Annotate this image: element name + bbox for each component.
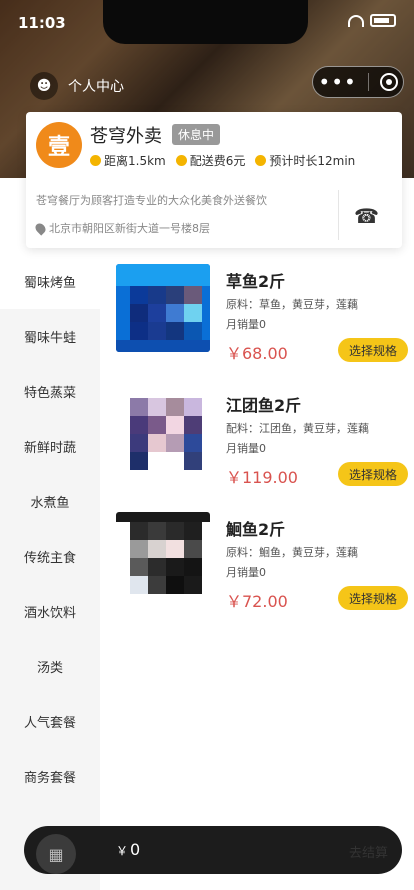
dish-name: 草鱼2斤 (226, 272, 286, 291)
currency-symbol: ￥ (116, 844, 129, 858)
shop-name: 苍穹外卖 (90, 126, 162, 147)
card-divider (338, 190, 339, 240)
category-sidebar: 蜀味烤鱼 蜀味牛蛙 特色蒸菜 新鲜时蔬 水煮鱼 传统主食 酒水饮料 汤类 人气套… (0, 254, 100, 890)
dish-sales: 月销量0 (226, 318, 266, 331)
distance-text: 距离1.5km (104, 154, 166, 168)
status-badge: 休息中 (172, 124, 221, 145)
category-item[interactable]: 人气套餐 (0, 694, 100, 749)
category-item[interactable]: 酒水饮料 (0, 584, 100, 639)
cart-icon[interactable]: ▦ (36, 834, 76, 874)
category-item[interactable]: 水煮鱼 (0, 474, 100, 529)
distance-info: 距离1.5km (90, 152, 166, 169)
dish-name: 江团鱼2斤 (226, 396, 302, 415)
shop-meta: 距离1.5km 配送费6元 预计时长12min (90, 152, 355, 169)
category-item[interactable]: 蜀味牛蛙 (0, 309, 100, 364)
dish-image (116, 512, 210, 600)
eta-info: 预计时长12min (255, 152, 355, 169)
dish-item[interactable]: 草鱼2斤 原料：草鱼，黄豆芽，莲藕 月销量0 ￥68.00 选择规格 (116, 264, 408, 363)
category-item[interactable]: 蜀味烤鱼 (0, 254, 100, 309)
cart-bar[interactable]: ▦ ￥ 0 去结算 (24, 826, 402, 874)
status-time: 11:03 (18, 14, 66, 32)
dish-image (116, 388, 210, 476)
location-pin-icon (33, 220, 48, 236)
dish-ingredients: 原料：草鱼，黄豆芽，莲藕 (226, 298, 358, 311)
dish-price: ￥72.00 (226, 592, 288, 611)
cart-total-amount: 0 (130, 840, 141, 859)
shop-description: 苍穹餐厅为顾客打造专业的大众化美食外送餐饮 (36, 194, 267, 207)
dish-ingredients: 原料：鮰鱼，黄豆芽，莲藕 (226, 546, 358, 559)
dish-image-mosaic (116, 388, 210, 476)
select-spec-button[interactable]: 选择规格 (338, 338, 408, 362)
dish-image-mosaic (116, 512, 210, 600)
checkout-button[interactable]: 去结算 (349, 842, 388, 861)
eta-text: 预计时长12min (269, 154, 356, 168)
miniprogram-capsule[interactable]: ••• (312, 66, 404, 98)
phone-icon[interactable]: ☎ (354, 204, 379, 228)
shop-logo: 壹 (36, 122, 82, 168)
dish-image-mosaic (116, 264, 210, 352)
category-item[interactable]: 特色蒸菜 (0, 364, 100, 419)
dish-ingredients: 配料：江团鱼，黄豆芽，莲藕 (226, 422, 369, 435)
timer-icon (255, 155, 267, 166)
dish-name: 鮰鱼2斤 (226, 520, 286, 539)
shop-info-card: 壹 苍穹外卖 休息中 距离1.5km 配送费6元 预计时长12min 苍穹餐厅为… (26, 112, 402, 248)
wifi-icon (348, 14, 364, 27)
select-spec-button[interactable]: 选择规格 (338, 586, 408, 610)
personal-center-label: 个人中心 (68, 79, 124, 95)
category-item[interactable]: 新鲜时蔬 (0, 419, 100, 474)
dish-item[interactable]: 江团鱼2斤 配料：江团鱼，黄豆芽，莲藕 月销量0 ￥119.00 选择规格 (116, 388, 408, 487)
address-text: 北京市朝阳区新街大道一号楼8层 (49, 222, 210, 235)
target-icon[interactable] (379, 73, 398, 91)
category-item[interactable]: 汤类 (0, 639, 100, 694)
dish-price: ￥119.00 (226, 468, 298, 487)
battery-icon (370, 14, 396, 27)
dish-sales: 月销量0 (226, 442, 266, 455)
status-icons (348, 14, 396, 27)
shop-address: 北京市朝阳区新街大道一号楼8层 (33, 220, 210, 236)
category-item[interactable]: 商务套餐 (0, 749, 100, 804)
clock-icon (90, 155, 101, 166)
cart-total: ￥ 0 (116, 840, 140, 859)
personal-center-link[interactable]: ☻ 个人中心 (30, 72, 124, 100)
delivery-fee-text: 配送费6元 (189, 154, 246, 168)
capsule-divider (367, 73, 369, 91)
delivery-fee-info: 配送费6元 (175, 152, 246, 169)
more-dots-icon[interactable]: ••• (318, 72, 356, 92)
device-notch (103, 0, 308, 44)
dish-item[interactable]: 鮰鱼2斤 原料：鮰鱼，黄豆芽，莲藕 月销量0 ￥72.00 选择规格 (116, 512, 408, 611)
select-spec-button[interactable]: 选择规格 (338, 462, 408, 486)
category-item[interactable]: 传统主食 (0, 529, 100, 584)
dish-image (116, 264, 210, 352)
fee-icon (175, 155, 187, 166)
app-frame: 11:03 ☻ 个人中心 ••• 壹 苍穹外卖 休息中 距离1.5km 配送费6… (0, 0, 414, 890)
person-icon: ☻ (30, 72, 58, 100)
dish-price: ￥68.00 (226, 344, 288, 363)
dish-sales: 月销量0 (226, 566, 266, 579)
